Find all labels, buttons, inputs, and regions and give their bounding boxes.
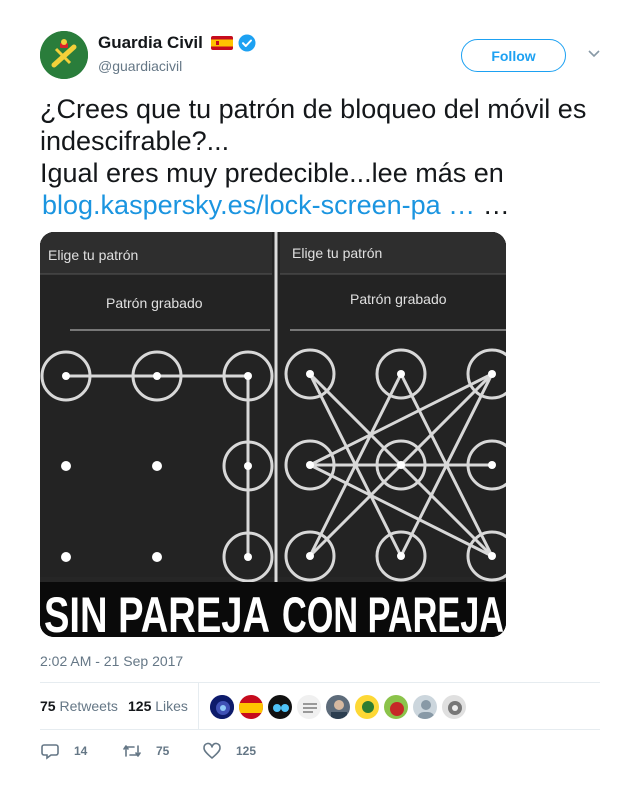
reply-icon (41, 744, 59, 760)
left-pattern-header: Elige tu patrón (48, 247, 138, 263)
reply-action[interactable]: 14 (40, 741, 87, 761)
retweet-count: 75 (156, 744, 170, 758)
tweet-stats: 75 Retweets 125 Likes (40, 682, 600, 730)
liker-avatar[interactable] (267, 694, 293, 720)
right-pattern-sub: Patrón grabado (350, 291, 447, 307)
liker-avatar[interactable] (441, 694, 467, 720)
tweet-line-3: Igual eres muy predecible...lee más en (40, 158, 504, 188)
like-count: 125 (236, 744, 257, 758)
author-block: Guardia Civil @guardiacivil (98, 33, 256, 74)
tweet-text: ¿Crees que tu patrón de bloqueo del móvi… (40, 93, 620, 221)
tweet-timestamp[interactable]: 2:02 AM - 21 Sep 2017 (40, 653, 183, 669)
author-handle[interactable]: @guardiacivil (98, 58, 256, 74)
tweet-line-1: ¿Crees que tu patrón de bloqueo del móvi… (40, 94, 587, 124)
retweets-count: 75 (40, 698, 56, 714)
chevron-down-icon[interactable] (586, 45, 602, 61)
tweet-line-2: indescifrable?... (40, 126, 230, 156)
reply-count: 14 (74, 744, 88, 758)
like-action[interactable]: 125 (202, 741, 256, 761)
liker-avatar[interactable] (238, 694, 264, 720)
follow-button[interactable]: Follow (461, 39, 566, 72)
spain-flag-icon (210, 36, 233, 50)
tweet-ellipsis: … (475, 190, 510, 220)
retweets-label: Retweets (59, 698, 118, 714)
liker-avatar[interactable] (383, 694, 409, 720)
liker-avatar[interactable] (296, 694, 322, 720)
tweet-media-image[interactable]: Elige tu patrón Patrón grabado Elige tu … (40, 232, 506, 637)
liker-avatar[interactable] (354, 694, 380, 720)
display-name[interactable]: Guardia Civil (98, 33, 203, 53)
stats-divider (198, 683, 199, 729)
likes-label: Likes (155, 698, 188, 714)
likes-stat[interactable]: 125 Likes (128, 698, 188, 714)
likes-count: 125 (128, 698, 152, 714)
guardia-civil-emblem-icon (40, 31, 88, 79)
heart-icon (203, 742, 221, 759)
lock-pattern-meme: Elige tu patrón Patrón grabado Elige tu … (40, 232, 506, 637)
right-caption: CON PAREJA (282, 587, 504, 637)
retweet-icon (123, 745, 141, 757)
tweet-header: Guardia Civil @guardiacivil Follow (40, 31, 610, 79)
right-pattern-header: Elige tu patrón (292, 245, 382, 261)
liker-avatar[interactable] (209, 694, 235, 720)
avatar[interactable] (40, 31, 88, 79)
tweet-link[interactable]: blog.kaspersky.es/lock-screen-pa … (42, 190, 475, 220)
verified-badge-icon (238, 34, 256, 52)
liker-avatar[interactable] (412, 694, 438, 720)
tweet-line-4: blog.kaspersky.es/lock-screen-pa … … (40, 189, 620, 221)
left-caption: SIN PAREJA (44, 587, 270, 637)
retweet-action[interactable]: 75 (122, 741, 169, 761)
left-pattern-sub: Patrón grabado (106, 295, 203, 311)
liker-avatar[interactable] (325, 694, 351, 720)
retweets-stat[interactable]: 75 Retweets (40, 698, 118, 714)
